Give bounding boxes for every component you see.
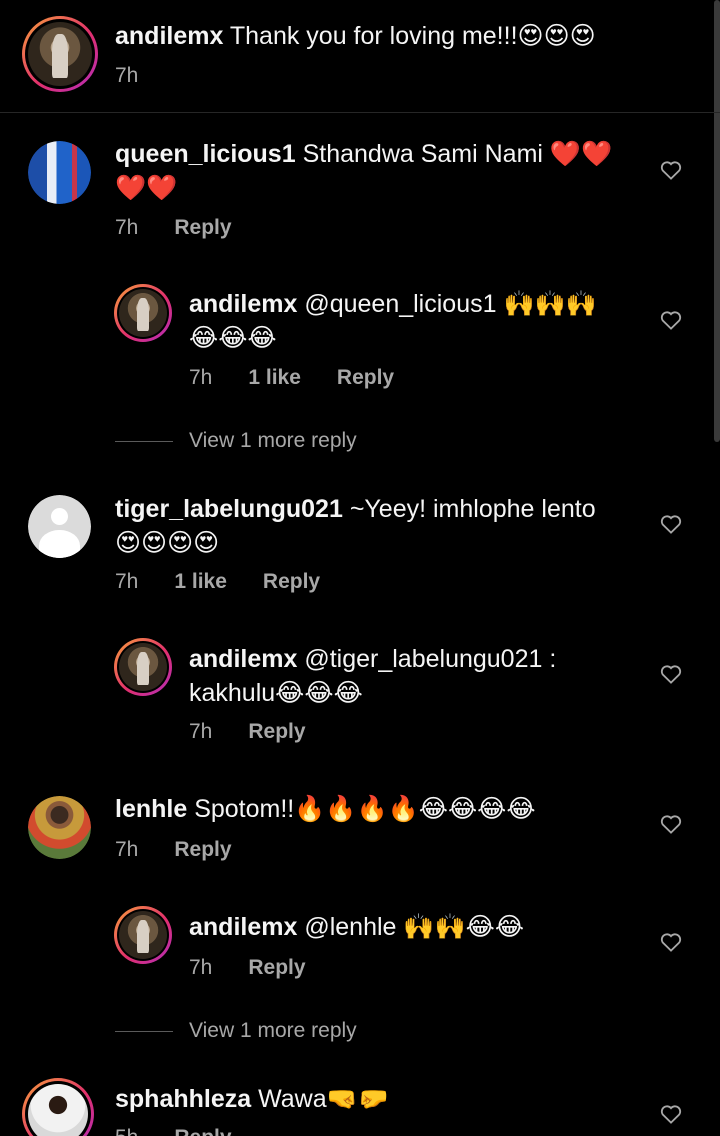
avatar[interactable]: [114, 638, 172, 696]
username[interactable]: sphahhleza: [115, 1085, 251, 1113]
username[interactable]: andilemx: [115, 22, 223, 50]
divider: [115, 440, 173, 442]
heart-outline-icon[interactable]: [660, 1104, 682, 1124]
heart-outline-icon[interactable]: [660, 160, 682, 180]
timestamp: 7h: [115, 64, 139, 87]
avatar[interactable]: [28, 141, 91, 204]
comment-text: ❤️❤️: [115, 174, 178, 202]
username[interactable]: andilemx: [189, 913, 297, 941]
comment-text: 😂😂😂: [189, 324, 277, 352]
username[interactable]: tiger_labelungu021: [115, 495, 343, 523]
view-more-label: View 1 more reply: [189, 429, 357, 452]
post-caption: andilemx Thank you for loving me!!!😍😍😍 7…: [0, 0, 720, 113]
avatar[interactable]: [22, 16, 98, 92]
comment-text: @tiger_labelungu021 :: [304, 645, 557, 673]
comment-text: 😍😍😍😍: [115, 529, 220, 557]
heart-outline-icon[interactable]: [660, 932, 682, 952]
reply-button[interactable]: Reply: [174, 216, 231, 240]
view-more-label: View 1 more reply: [189, 1019, 357, 1042]
timestamp: 7h: [189, 720, 213, 743]
comment-text: @queen_licious1 🙌🙌🙌: [304, 290, 597, 318]
username[interactable]: andilemx: [189, 645, 297, 673]
reply-button[interactable]: Reply: [248, 720, 305, 744]
comment-text: @lenhle 🙌🙌😂😂: [304, 913, 525, 941]
timestamp: 5h: [115, 1126, 138, 1136]
divider: [115, 1030, 173, 1032]
heart-outline-icon[interactable]: [660, 514, 682, 534]
heart-outline-icon[interactable]: [660, 814, 682, 834]
avatar[interactable]: [114, 284, 172, 342]
comment-text: Sthandwa Sami Nami ❤️❤️: [302, 140, 613, 168]
reply-button[interactable]: Reply: [263, 570, 320, 594]
comment-text: kakhulu😂😂😂: [189, 679, 363, 707]
view-more-replies[interactable]: View 1 more reply: [115, 429, 357, 453]
heart-outline-icon[interactable]: [660, 310, 682, 330]
timestamp: 7h: [115, 838, 139, 861]
comment-text: ~Yeey! imhlophe lento: [349, 495, 596, 523]
avatar[interactable]: [28, 796, 91, 859]
timestamp: 7h: [189, 366, 213, 389]
timestamp: 7h: [115, 570, 139, 593]
timestamp: 7h: [189, 956, 213, 979]
view-more-replies[interactable]: View 1 more reply: [115, 1019, 357, 1043]
username[interactable]: andilemx: [189, 290, 297, 318]
reply-button[interactable]: Reply: [174, 1126, 231, 1136]
comment-text: Wawa🤜🤛: [258, 1085, 389, 1113]
username[interactable]: queen_licious1: [115, 140, 296, 168]
heart-outline-icon[interactable]: [660, 664, 682, 684]
reply-button[interactable]: Reply: [337, 366, 394, 390]
timestamp: 7h: [115, 216, 139, 239]
avatar[interactable]: [22, 1078, 94, 1136]
likes-count[interactable]: 1 like: [248, 366, 301, 390]
avatar[interactable]: [28, 495, 91, 558]
reply-button[interactable]: Reply: [248, 956, 305, 980]
caption-text: Thank you for loving me!!!😍😍😍: [229, 22, 596, 50]
comment-text: Spotom!!🔥🔥🔥🔥😂😂😂😂: [194, 795, 536, 823]
likes-count[interactable]: 1 like: [174, 570, 227, 594]
reply-button[interactable]: Reply: [174, 838, 231, 862]
username[interactable]: lenhle: [115, 795, 187, 823]
avatar[interactable]: [114, 906, 172, 964]
